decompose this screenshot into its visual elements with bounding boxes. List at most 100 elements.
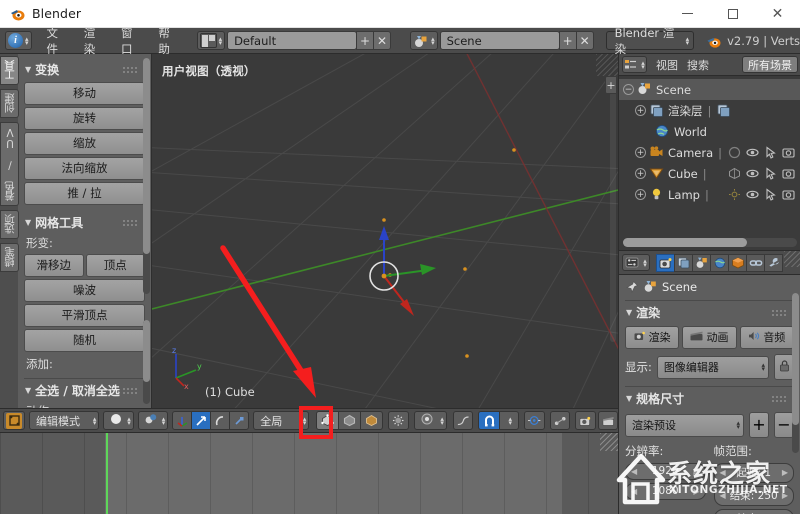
audio-button[interactable]: 音频	[739, 326, 794, 349]
chevron-right-icon[interactable]: ▶	[782, 468, 788, 477]
outliner-row-cube[interactable]: + Cube |	[619, 163, 800, 184]
viewport-corner-grip[interactable]	[596, 54, 618, 76]
minimize-button[interactable]	[665, 0, 710, 28]
cursor-selectable-icon[interactable]	[764, 188, 777, 201]
tab-create[interactable]: 创建	[0, 89, 19, 118]
eye-visibility-icon[interactable]	[746, 188, 759, 201]
tool-scale[interactable]: 缩放	[24, 132, 145, 155]
cursor-selectable-icon[interactable]	[764, 167, 777, 180]
modifiers-tab[interactable]	[764, 253, 783, 272]
outliner-row-camera[interactable]: + Camera |	[619, 142, 800, 163]
snap-target-icon[interactable]	[524, 411, 545, 430]
add-preset-button[interactable]: +	[749, 412, 769, 438]
outliner-row-render-layer[interactable]: + 渲染层 |	[619, 100, 800, 121]
maximize-button[interactable]	[710, 0, 755, 28]
viewport-scrollbar[interactable]	[610, 92, 616, 342]
tool-shelf-scrollbar[interactable]	[143, 58, 150, 294]
outliner-menu-search[interactable]: 搜索	[687, 57, 709, 73]
display-mode-selector[interactable]: 图像编辑器 ▴ ▾	[656, 355, 769, 379]
properties-corner-grip[interactable]	[784, 251, 800, 267]
manipulator-toggle[interactable]	[172, 411, 193, 430]
scene-icon[interactable]: ▴ ▾	[410, 31, 438, 50]
screen-layout-icon[interactable]: ▴ ▾	[196, 31, 226, 50]
frame-start-field[interactable]: ◀ 起始: 1 ▶	[713, 463, 794, 483]
panel-header-transform[interactable]: ▼ 变换	[25, 61, 145, 78]
outliner-row-world[interactable]: World	[619, 121, 800, 142]
panel-header-render[interactable]: ▼ 渲染	[626, 304, 794, 321]
animation-button[interactable]: 动画	[682, 326, 737, 349]
edge-select-mode[interactable]	[338, 411, 362, 430]
tool-rotate[interactable]: 旋转	[24, 107, 145, 130]
vertex-select-mode[interactable]	[316, 411, 340, 430]
proportional-edit-selector[interactable]: ▴ ▾	[413, 411, 447, 430]
world-tab[interactable]	[710, 253, 729, 272]
chevron-left-icon[interactable]: ◀	[720, 468, 726, 477]
resolution-y-field[interactable]: ◀ 1080 ▶	[625, 483, 706, 500]
chevron-left-icon[interactable]: ◀	[631, 487, 637, 496]
expander-icon[interactable]: +	[635, 168, 646, 179]
chevron-left-icon[interactable]: ◀	[631, 467, 637, 476]
outliner-horizontal-scrollbar[interactable]	[623, 238, 797, 247]
frame-step-field[interactable]: ◀ 帧步: 1 ▶	[713, 509, 794, 514]
chevron-right-icon[interactable]: ▶	[782, 491, 788, 500]
remove-screen-layout-button[interactable]: ✕	[373, 31, 392, 50]
panel-grip[interactable]	[772, 309, 786, 316]
timeline-editor[interactable]	[0, 432, 618, 514]
resolution-x-field[interactable]: ◀ 1920 ▶	[625, 463, 706, 480]
scene-field[interactable]: Scene	[439, 31, 560, 50]
tab-shading-uv[interactable]: 着色 / UV	[0, 122, 19, 206]
snap-dropdown[interactable]: ▴ ▾	[499, 411, 520, 430]
add-scene-button[interactable]: +	[558, 31, 577, 50]
outliner-menu-view[interactable]: 视图	[656, 57, 678, 73]
cursor-selectable-icon[interactable]	[764, 146, 777, 159]
panel-header-select-all[interactable]: ▼ 全选 / 取消全选	[25, 382, 145, 399]
render-visibility-icon[interactable]	[782, 146, 795, 159]
translate-manipulator[interactable]	[191, 411, 212, 430]
pivot-point-selector[interactable]: ▴ ▾	[137, 411, 169, 430]
face-select-mode[interactable]	[360, 411, 384, 430]
chevron-right-icon[interactable]: ▶	[693, 487, 699, 496]
panel-grip[interactable]	[772, 395, 786, 402]
close-button[interactable]: ✕	[755, 0, 800, 28]
render-image-icon[interactable]	[575, 411, 596, 430]
3d-viewport[interactable]: 用户视图（透视） (1) Cube z y x +	[152, 54, 618, 408]
chevron-right-icon[interactable]: ▶	[693, 467, 699, 476]
outliner-row-scene[interactable]: − Scene	[619, 79, 800, 100]
expander-icon[interactable]: +	[635, 189, 646, 200]
panel-grip[interactable]	[123, 219, 137, 226]
snap-magnet-icon[interactable]	[478, 411, 501, 430]
tool-push-pull[interactable]: 推 / 拉	[24, 182, 145, 205]
tool-move[interactable]: 移动	[24, 82, 145, 105]
tool-shelf-scrollbar-lower[interactable]	[143, 320, 150, 404]
tool-edge-slide[interactable]: 滑移边	[24, 254, 84, 277]
tab-options[interactable]: 选项	[0, 210, 19, 239]
outliner-editor-icon[interactable]: ▴ ▾	[622, 56, 647, 73]
panel-grip[interactable]	[123, 66, 137, 73]
auto-merge-icon[interactable]	[549, 411, 571, 430]
properties-scrollbar[interactable]	[792, 293, 799, 453]
panel-grip[interactable]	[123, 387, 137, 394]
render-visibility-icon[interactable]	[782, 167, 795, 180]
viewport-toolbar-toggle[interactable]: +	[605, 76, 617, 94]
editor-type-selector[interactable]: i ▴ ▾	[5, 31, 32, 50]
outliner-row-lamp[interactable]: + Lamp |	[619, 184, 800, 205]
screen-layout-field[interactable]: Default	[227, 31, 358, 50]
frame-end-field[interactable]: ◀ 结束: 250 ▶	[713, 486, 794, 506]
tab-tools[interactable]: 工具	[0, 56, 19, 85]
transform-orientation-selector[interactable]: 全局 ▴ ▾	[253, 411, 310, 430]
eye-visibility-icon[interactable]	[746, 167, 759, 180]
interaction-mode-selector[interactable]: 编辑模式 ▴ ▾	[29, 411, 100, 430]
render-visibility-icon[interactable]	[782, 188, 795, 201]
scale-manipulator[interactable]	[229, 411, 250, 430]
viewport-shading-selector[interactable]: ▴ ▾	[103, 411, 134, 430]
render-layers-tab[interactable]	[674, 253, 693, 272]
expander-icon[interactable]: +	[635, 147, 646, 158]
tool-smooth-vertex[interactable]: 平滑顶点	[24, 304, 145, 327]
expander-icon[interactable]: −	[623, 84, 634, 95]
render-engine-selector[interactable]: Blender 渲染 ▴ ▾	[605, 26, 695, 56]
remove-preset-button[interactable]: −	[774, 412, 794, 438]
scene-tab[interactable]	[692, 253, 711, 272]
camera-data-icon[interactable]	[728, 146, 741, 159]
chevron-left-icon[interactable]: ◀	[720, 491, 726, 500]
properties-editor-icon[interactable]: ▴ ▾	[622, 254, 650, 271]
